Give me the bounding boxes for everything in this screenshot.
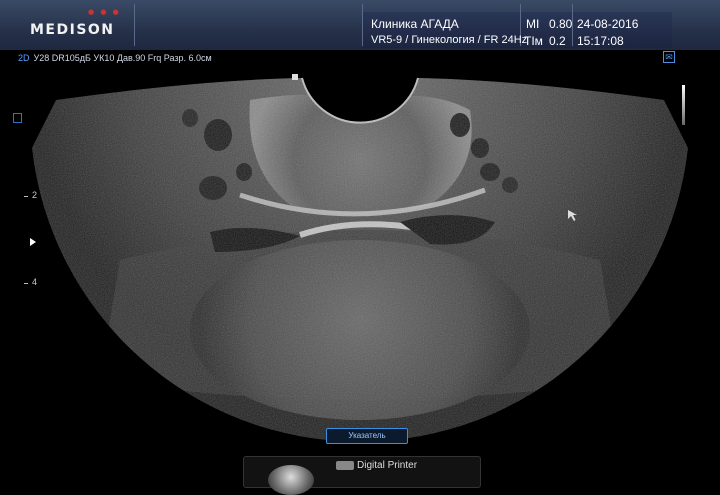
params-text: У28 DR105дБ УК10 Дав.90 Frq Разр. 6.0см (33, 53, 212, 63)
clinic-name: Клиника АГАДА (371, 17, 459, 31)
exam-date: 24-08-2016 (577, 17, 639, 31)
depth-mark-2: 2 (32, 190, 38, 200)
printer-key-icon (336, 461, 354, 470)
digital-printer-label[interactable]: Digital Printer (357, 460, 417, 471)
brand-name: MEDISON (30, 22, 115, 38)
probe-preset: VR5-9 / Гинекология / FR 24Hz (371, 34, 528, 46)
logo-dots-icon: ● ● ● (88, 8, 121, 16)
gray-scale-bar (682, 85, 685, 125)
trackball-knob-icon[interactable] (268, 465, 314, 495)
tim-value: 0.2 (549, 34, 566, 48)
header-divider (362, 4, 363, 46)
mi-label: MI (526, 17, 540, 31)
top-header: ● ● ● MEDISON Клиника АГАДА VR5-9 / Гине… (0, 0, 720, 50)
tim-label: TIм (524, 34, 543, 48)
focus-marker-icon[interactable] (30, 238, 36, 246)
header-divider (134, 4, 135, 46)
screen-settings-icon[interactable]: ✉ (663, 51, 675, 63)
mi-value: 0.80 (549, 17, 573, 31)
scan-parameters: 2D У28 DR105дБ УК10 Дав.90 Frq Разр. 6.0с… (18, 53, 212, 63)
depth-tick (24, 283, 28, 284)
mode-tag: 2D (18, 53, 30, 63)
depth-tick (24, 196, 28, 197)
orientation-marker-icon (13, 113, 22, 123)
ultrasound-image (32, 74, 688, 442)
pointer-button[interactable]: Указатель (326, 428, 408, 444)
medison-logo: ● ● ● MEDISON (28, 8, 130, 44)
exam-time: 15:17:08 (577, 34, 624, 48)
depth-mark-4: 4 (32, 277, 38, 287)
